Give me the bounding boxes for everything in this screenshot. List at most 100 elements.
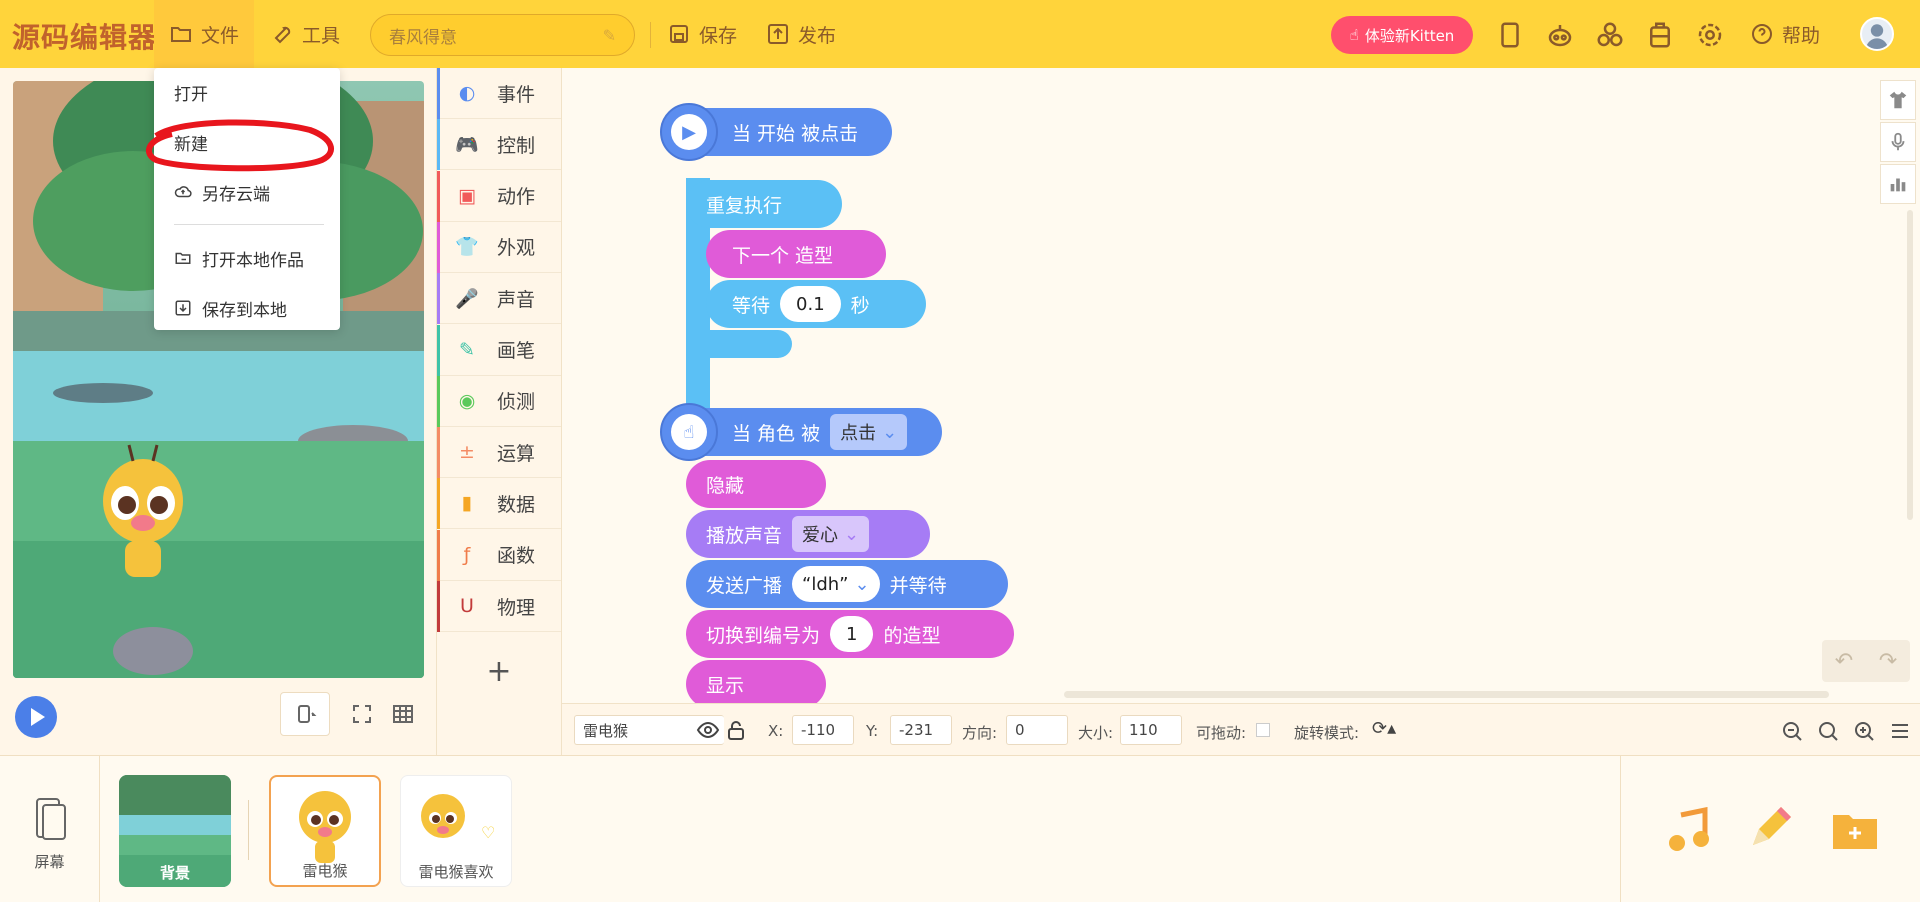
lock-icon[interactable] [724,718,748,742]
file-menu-button[interactable]: 文件 [154,0,254,68]
download-icon [175,300,191,316]
robot-icon[interactable] [1545,20,1575,50]
zoom-reset-icon[interactable] [1816,719,1840,743]
rotation-mode-dropdown[interactable]: ⟳▴ [1372,718,1396,739]
direction-input[interactable]: 0 [1006,715,1068,745]
undo-icon[interactable]: ↶ [1835,649,1853,674]
menu-item-save-local[interactable]: 保存到本地 [154,288,340,328]
magnet-icon: Ս [460,595,474,617]
add-folder-icon[interactable] [1833,809,1877,849]
tools-menu-label: 工具 [302,24,341,47]
vertical-scrollbar[interactable] [1907,210,1913,520]
run-button[interactable] [15,696,57,738]
category-item[interactable]: ◉ 侦测 [437,375,561,427]
y-input[interactable]: -231 [890,715,952,745]
block-text: 的造型 [883,624,941,647]
broadcast-wait-block[interactable]: 发送广播 “ldh” ⌄ 并等待 [686,560,1008,608]
menu-icon[interactable] [1888,719,1912,743]
category-item[interactable]: ▣ 动作 [437,170,561,222]
try-kitten-button[interactable]: ☝ 体验新Kitten [1331,16,1473,54]
wrench-icon [274,26,291,44]
wait-block[interactable]: 等待 0.1 秒 [706,280,926,328]
menu-item-open-local[interactable]: 打开本地作品 [154,238,340,278]
category-label: 外观 [497,237,536,260]
costume-tool[interactable] [1880,80,1916,120]
category-item[interactable]: ✎ 画笔 [437,324,561,376]
show-block[interactable]: 显示 [686,660,826,703]
category-item[interactable]: 🎮 控制 [437,119,561,171]
broadcast-message-dropdown[interactable]: “ldh” ⌄ [792,566,880,602]
help-label: 帮助 [1782,24,1821,47]
x-input[interactable]: -110 [792,715,854,745]
category-label: 画笔 [497,340,536,362]
screen-tab[interactable]: 屏幕 [0,755,100,902]
switch-costume-block[interactable]: 切换到编号为 1 的造型 [686,610,1014,658]
costume-index-input[interactable]: 1 [830,616,874,652]
folder-open-icon [175,252,191,264]
start-hat[interactable]: ▶ [660,103,718,161]
gear-icon[interactable] [1695,20,1725,50]
device-mode-button[interactable] [280,692,330,736]
sprite-card-leidianhou-like[interactable]: ♡ 雷电猴喜欢 [400,775,512,887]
project-title-text: 春风得意 [389,27,457,48]
sprite-card-background[interactable]: 背景 [119,775,231,887]
phone-rotate-icon [298,705,317,723]
rotation-mode-label: 旋转模式: [1294,724,1360,742]
hide-block[interactable]: 隐藏 [686,460,826,508]
save-icon [670,25,688,43]
backpack-icon[interactable] [1645,20,1675,50]
visibility-eye-icon[interactable] [696,718,720,742]
sprite-hat[interactable]: ☝ [660,403,718,461]
phone-icon[interactable] [1495,20,1525,50]
menu-item-save-cloud[interactable]: 另存云端 [154,172,340,212]
data-tool[interactable] [1880,164,1916,204]
horizontal-scrollbar[interactable] [1064,691,1829,698]
code-workspace[interactable]: 当 开始 被点击 ▶ 重复执行 下一个 造型 等待 0.1 秒 当 角色 被 点… [562,68,1920,703]
microphone-icon [1891,132,1905,151]
next-costume-block[interactable]: 下一个 造型 [706,230,886,278]
sprite-card-leidianhou[interactable]: 雷电猴 [269,775,381,887]
wait-seconds-input[interactable]: 0.1 [780,286,841,322]
help-button[interactable]: 帮助 [1750,0,1820,68]
play-sound-block[interactable]: 播放声音 爱心 ⌄ [686,510,930,558]
add-extension-button[interactable]: + [437,646,561,696]
category-label: 动作 [497,186,536,209]
category-item[interactable]: 👕 外观 [437,221,561,273]
menu-item-open[interactable]: 打开 [154,72,340,112]
category-item[interactable]: ± 运算 [437,427,561,479]
size-input[interactable]: 110 [1120,715,1182,745]
redo-icon[interactable]: ↷ [1879,649,1897,674]
direction-label: 方向: [962,724,998,742]
sound-tool[interactable] [1880,122,1916,162]
tools-menu-button[interactable]: 工具 [270,0,340,68]
category-label: 控制 [497,134,536,157]
zoom-in-icon[interactable] [1852,719,1876,743]
publish-button[interactable]: 发布 [766,0,836,68]
category-item[interactable]: Ս 物理 [437,581,561,632]
block-text: 播放声音 [706,524,783,547]
draggable-checkbox[interactable] [1256,723,1270,737]
category-item[interactable]: ▮ 数据 [437,478,561,530]
click-type-dropdown[interactable]: 点击 ⌄ [830,414,908,450]
category-label: 运算 [497,442,536,465]
function-icon: ƒ [463,543,471,566]
repeat-forever-block[interactable]: 重复执行 [686,180,842,228]
sound-dropdown[interactable]: 爱心 ⌄ [792,516,870,552]
file-menu-label: 文件 [200,24,239,47]
music-icon[interactable] [1665,806,1711,853]
grid-toggle-button[interactable] [378,692,428,736]
category-color-bar [437,273,440,325]
cubes-icon[interactable] [1595,20,1625,50]
paint-pencil-icon[interactable] [1745,805,1793,853]
user-avatar[interactable] [1860,17,1894,51]
category-color-bar [437,427,440,479]
category-item[interactable]: ƒ 函数 [437,529,561,581]
save-button[interactable]: 保存 [667,0,737,68]
hand-icon: ☝ [1349,26,1359,44]
category-color-bar [437,529,440,581]
zoom-out-icon[interactable] [1780,719,1804,743]
app-logo[interactable]: 源码编辑器 [12,16,157,56]
project-title-input[interactable]: 春风得意 ✎ [370,14,635,56]
category-item[interactable]: 🎤 声音 [437,273,561,325]
category-item[interactable]: ◐ 事件 [437,68,561,119]
